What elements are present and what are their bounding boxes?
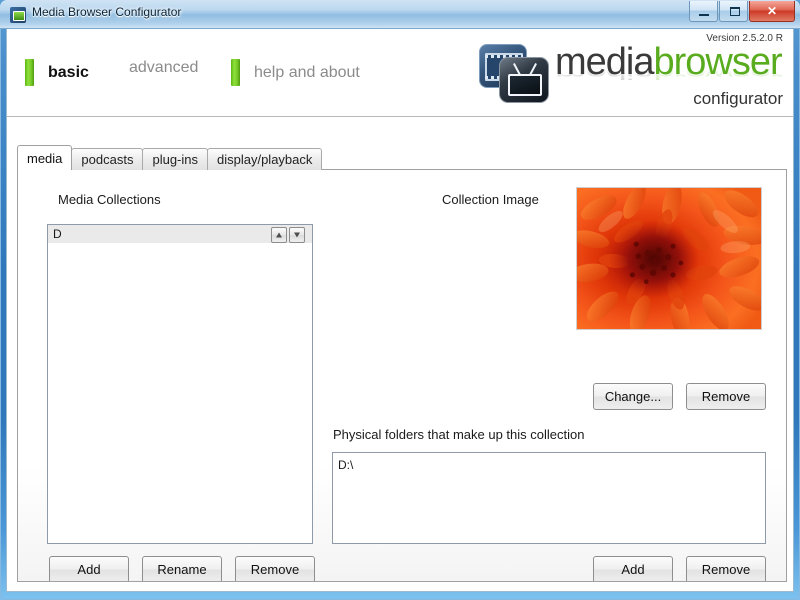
app-header: basic advanced help and about Version 2.… (7, 29, 793, 117)
logo-icon-group (477, 44, 555, 103)
flower-image (577, 188, 761, 329)
collection-add-button[interactable]: Add (49, 556, 129, 581)
maximize-icon (730, 7, 740, 16)
tab-podcasts[interactable]: podcasts (71, 148, 144, 170)
wordmark-browser: browser (653, 41, 783, 83)
window-controls: ✕ (689, 1, 795, 22)
green-bar-icon (25, 59, 34, 86)
tab-strip: media podcasts plug-ins display/playback (17, 145, 323, 170)
image-remove-button[interactable]: Remove (686, 383, 766, 410)
app-window: Media Browser Configurator ✕ basic advan… (0, 0, 800, 600)
move-down-icon[interactable] (289, 227, 305, 243)
app-logo: Version 2.5.2.0 R mediabrowser mediabrow… (477, 33, 787, 116)
nav-item-basic[interactable]: basic (25, 59, 89, 86)
app-icon (10, 7, 26, 23)
minimize-icon (699, 14, 709, 16)
tab-plug-ins[interactable]: plug-ins (142, 148, 208, 170)
minimize-button[interactable] (689, 1, 718, 22)
title-bar[interactable]: Media Browser Configurator ✕ (0, 0, 800, 29)
logo-subtitle: configurator (693, 89, 783, 108)
nav-item-help-and-about[interactable]: help and about (231, 59, 360, 86)
physical-folders-label: Physical folders that make up this colle… (333, 427, 585, 442)
maximize-button[interactable] (719, 1, 748, 22)
close-icon: ✕ (766, 4, 778, 18)
collection-image-label: Collection Image (442, 192, 539, 207)
move-up-icon[interactable] (271, 227, 287, 243)
green-bar-icon-2 (231, 59, 240, 86)
folder-add-button[interactable]: Add (593, 556, 673, 581)
television-icon (499, 57, 549, 103)
physical-folders-listbox[interactable]: D:\ (332, 452, 766, 544)
nav-item-advanced[interactable]: advanced (129, 59, 198, 77)
media-collections-listbox[interactable]: D (47, 224, 313, 544)
close-button[interactable]: ✕ (749, 1, 795, 22)
folder-remove-button[interactable]: Remove (686, 556, 766, 581)
tab-media[interactable]: media (17, 145, 73, 170)
folder-item[interactable]: D:\ (338, 457, 765, 473)
tab-panel-media: Media Collections D Add Rename Remove Co… (17, 169, 787, 582)
client-area: basic advanced help and about Version 2.… (6, 29, 794, 592)
tab-display-playback[interactable]: display/playback (207, 148, 323, 170)
nav-label-help-and-about: help and about (254, 63, 360, 81)
collection-rename-button[interactable]: Rename (142, 556, 222, 581)
wordmark-media: media (555, 41, 654, 83)
collection-remove-button[interactable]: Remove (235, 556, 315, 581)
media-collections-label: Media Collections (58, 192, 161, 207)
window-title: Media Browser Configurator (32, 5, 182, 19)
wordmark: mediabrowser (555, 41, 783, 83)
nav-label-advanced: advanced (129, 59, 199, 76)
reorder-buttons (271, 227, 305, 243)
collection-image-preview (576, 187, 762, 330)
image-change-button[interactable]: Change... (593, 383, 673, 410)
nav-label-basic: basic (48, 63, 89, 81)
